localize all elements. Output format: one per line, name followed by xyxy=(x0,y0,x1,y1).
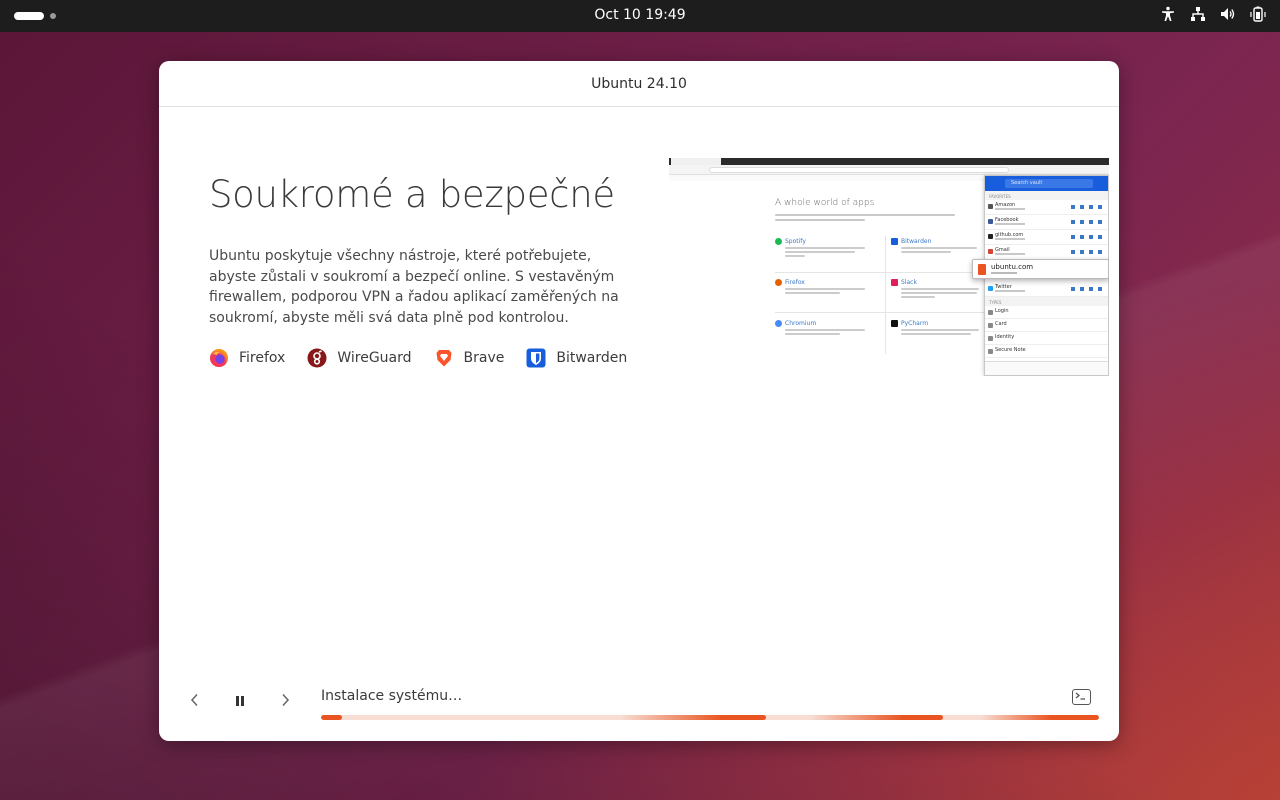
browser-url-bar xyxy=(669,165,1109,175)
chevron-left-icon xyxy=(189,692,201,711)
slide-title: Soukromé a bezpečné xyxy=(209,173,615,216)
app-firefox: Firefox xyxy=(209,348,285,368)
app-brave: Brave xyxy=(434,348,505,368)
app-label: Firefox xyxy=(239,350,286,366)
app-label: Bitwarden xyxy=(556,350,628,366)
pause-icon xyxy=(234,692,246,711)
preview-app-pycharm: PyCharm xyxy=(891,320,991,335)
firefox-icon xyxy=(209,348,229,368)
preview-app-slack: Slack xyxy=(891,279,991,298)
app-wireguard: WireGuard xyxy=(307,348,412,368)
vault-type: Secure Note xyxy=(985,345,1108,358)
accessibility-icon[interactable] xyxy=(1160,6,1176,22)
app-label: Brave xyxy=(463,350,505,366)
vault-item: Amazon xyxy=(985,200,1108,215)
window-header: Ubuntu 24.10 xyxy=(159,61,1119,107)
show-terminal-button[interactable] xyxy=(1072,689,1091,705)
preview-subtext xyxy=(775,214,955,226)
window-title: Ubuntu 24.10 xyxy=(591,75,687,92)
top-bar: Oct 10 19:49 xyxy=(0,0,1280,32)
bitwarden-footer xyxy=(985,361,1108,375)
battery-icon[interactable] xyxy=(1250,6,1266,22)
featured-apps: Firefox WireGuard Brave Bitwarden xyxy=(209,348,627,368)
install-progress-bar xyxy=(321,715,1099,720)
vault-item: Twitter xyxy=(985,282,1108,297)
previous-slide-button[interactable] xyxy=(183,689,207,713)
vault-type: Identity xyxy=(985,332,1108,345)
system-tray[interactable] xyxy=(1160,6,1266,22)
favorites-section-label: FAVORITES xyxy=(985,191,1108,200)
pause-slideshow-button[interactable] xyxy=(228,689,252,713)
volume-icon[interactable] xyxy=(1220,6,1236,22)
bitwarden-icon xyxy=(526,348,546,368)
next-slide-button[interactable] xyxy=(273,689,297,713)
vault-type: Card xyxy=(985,319,1108,332)
preview-app-spotify: Spotify xyxy=(775,238,875,257)
progress-segment xyxy=(621,715,766,720)
app-label: WireGuard xyxy=(337,350,412,366)
slide-screenshot: A whole world of apps Spotify Bitwarden … xyxy=(669,158,1109,376)
vault-item: Facebook xyxy=(985,215,1108,230)
bitwarden-search: Search vault xyxy=(1005,179,1093,188)
network-icon[interactable] xyxy=(1190,6,1206,22)
preview-app-firefox: Firefox xyxy=(775,279,875,294)
install-status: Instalace systému… xyxy=(321,688,463,704)
progress-segment xyxy=(981,715,1099,720)
brave-icon xyxy=(434,348,454,368)
preview-app-chromium: Chromium xyxy=(775,320,875,335)
bitwarden-callout-item: ubuntu.com xyxy=(972,259,1109,279)
bitwarden-header: Search vault xyxy=(985,176,1108,191)
browser-tab-bar xyxy=(669,158,1109,165)
chevron-right-icon xyxy=(279,692,291,711)
wireguard-icon xyxy=(307,348,327,368)
progress-segment xyxy=(321,715,342,720)
preview-app-bitwarden: Bitwarden xyxy=(891,238,991,253)
app-bitwarden: Bitwarden xyxy=(526,348,627,368)
vault-item: Gmail xyxy=(985,245,1108,260)
types-section-label: TYPES xyxy=(985,297,1108,306)
progress-segment xyxy=(811,715,943,720)
vault-type: Login xyxy=(985,306,1108,319)
clock[interactable]: Oct 10 19:49 xyxy=(0,7,1280,23)
installer-window: Ubuntu 24.10 Soukromé a bezpečné Ubuntu … xyxy=(159,61,1119,741)
slide-description: Ubuntu poskytuje všechny nástroje, které… xyxy=(209,248,619,326)
vault-item: github.com xyxy=(985,230,1108,245)
preview-heading: A whole world of apps xyxy=(775,198,875,208)
